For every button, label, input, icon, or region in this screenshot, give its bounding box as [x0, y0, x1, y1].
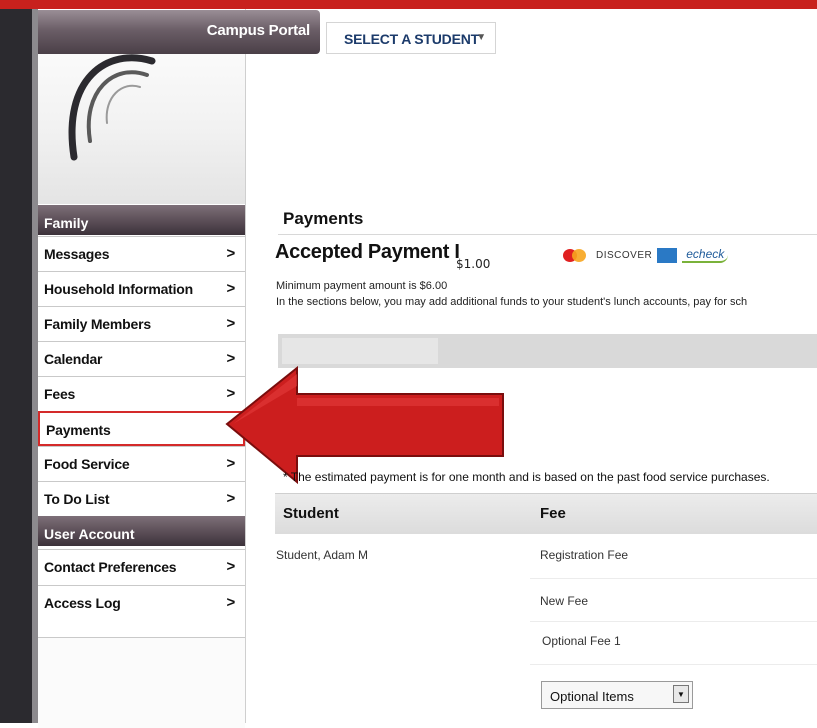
sidebar-item-label: Calendar	[44, 351, 103, 367]
sidebar-item-fees[interactable]: Fees >	[38, 376, 245, 411]
estimated-payment-footnote: * The estimated payment is for one month…	[283, 470, 770, 484]
column-header-fee: Fee	[540, 505, 566, 522]
sidebar-item-payments[interactable]: Payments	[38, 411, 245, 446]
page-title: Payments	[283, 209, 364, 228]
chevron-down-icon: ▼	[476, 32, 486, 43]
user-account-section-header: User Account	[38, 516, 245, 546]
select-student-dropdown[interactable]: SELECT A STUDENT ▼	[326, 22, 496, 54]
sidebar-item-label: Messages	[44, 246, 110, 262]
sidebar-item-label: Family Members	[44, 316, 151, 332]
echeck-icon: echeck	[682, 247, 729, 263]
chevron-right-icon: >	[226, 350, 235, 367]
amount-overlay-text: $1.00	[456, 257, 491, 271]
chevron-right-icon: >	[226, 245, 235, 262]
optional-items-label: Optional Items	[550, 689, 634, 704]
sidebar: Family Messages > Household Information …	[38, 9, 246, 728]
campus-logo-icon	[68, 54, 156, 161]
optional-items-select[interactable]: Optional Items ▼	[541, 681, 693, 709]
discover-icon: DISCOVER	[596, 249, 653, 261]
sidebar-item-access-log[interactable]: Access Log >	[38, 585, 245, 620]
sidebar-item-family-members[interactable]: Family Members >	[38, 306, 245, 341]
chevron-right-icon: >	[226, 315, 235, 332]
student-name-cell: Student, Adam M	[276, 548, 369, 562]
select-student-label: SELECT A STUDENT	[344, 31, 479, 47]
chevron-right-icon: >	[226, 558, 235, 575]
chevron-right-icon: >	[226, 490, 235, 507]
top-red-bar	[0, 0, 817, 9]
title-divider	[278, 234, 817, 235]
sidebar-item-calendar[interactable]: Calendar >	[38, 341, 245, 376]
fee-cell-registration: Registration Fee	[540, 548, 629, 562]
section-tab[interactable]	[282, 338, 438, 364]
sidebar-item-label: To Do List	[44, 491, 110, 507]
payment-card-logos: DISCOVER echeck	[563, 246, 729, 264]
amex-icon	[657, 247, 678, 263]
mastercard-icon	[563, 248, 591, 263]
sidebar-item-contact-preferences[interactable]: Contact Preferences >	[38, 549, 245, 584]
fee-cell-optional-1: Optional Fee 1	[542, 634, 621, 648]
intro-text: In the sections below, you may add addit…	[276, 296, 748, 308]
sidebar-item-label: Fees	[44, 386, 76, 402]
sidebar-footer	[38, 637, 245, 728]
sidebar-item-to-do-list[interactable]: To Do List >	[38, 481, 245, 516]
sidebar-item-label: Contact Preferences	[44, 559, 177, 575]
fee-cell-new: New Fee	[540, 594, 589, 608]
chevron-right-icon: >	[226, 594, 235, 611]
red-arrow-annotation-icon	[225, 366, 504, 485]
sidebar-item-food-service[interactable]: Food Service >	[38, 446, 245, 481]
sidebar-item-messages[interactable]: Messages >	[38, 236, 245, 271]
sidebar-item-label: Food Service	[44, 456, 130, 472]
portal-header-tab[interactable]: Campus Portal	[38, 10, 320, 54]
minimum-payment-text: Minimum payment amount is $6.00	[276, 280, 448, 292]
sidebar-item-label: Payments	[46, 422, 111, 438]
chevron-right-icon: >	[226, 280, 235, 297]
sidebar-item-label: Access Log	[44, 595, 121, 611]
left-window-edge	[0, 9, 32, 723]
family-section-header: Family	[38, 205, 245, 235]
section-tab-bar	[278, 334, 817, 368]
sidebar-item-household-information[interactable]: Household Information >	[38, 271, 245, 306]
row-divider	[530, 578, 817, 579]
accepted-payment-heading: Accepted Payment I	[275, 241, 460, 263]
portal-title: Campus Portal	[206, 22, 310, 39]
row-divider	[530, 621, 817, 622]
sidebar-item-label: Household Information	[44, 281, 194, 297]
row-divider	[530, 664, 817, 665]
column-header-student: Student	[283, 505, 339, 522]
chevron-down-icon[interactable]: ▼	[673, 685, 689, 703]
